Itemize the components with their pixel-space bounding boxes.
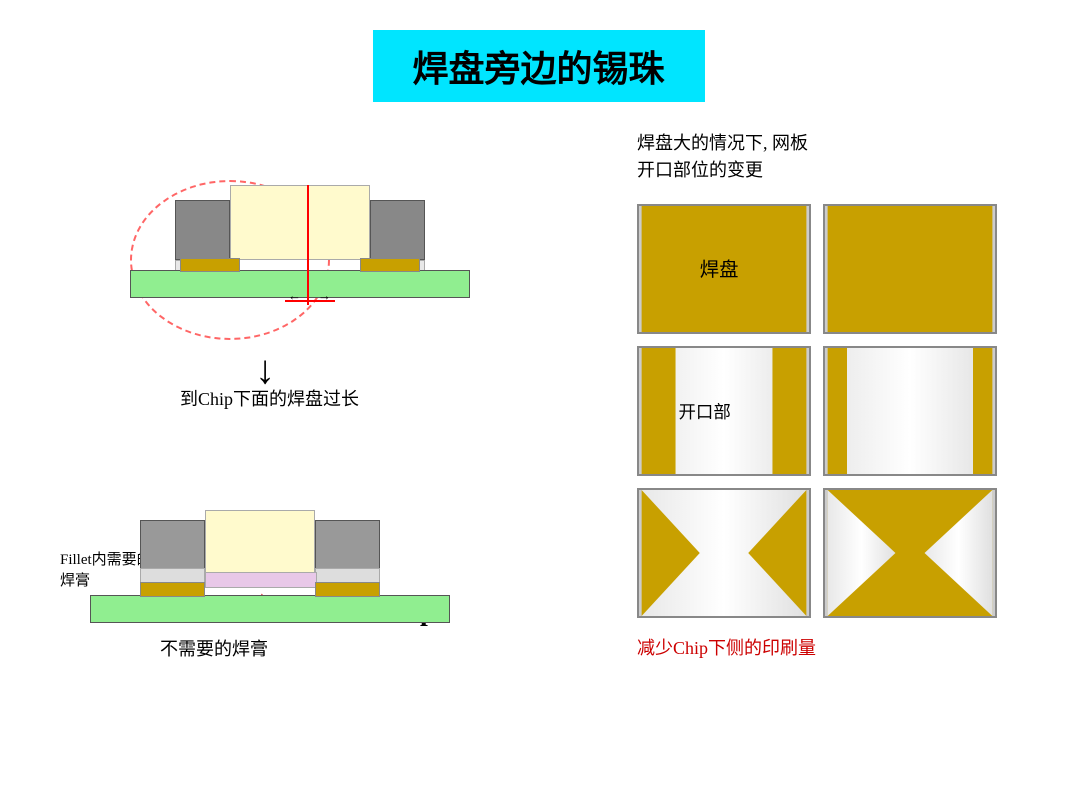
pad-cell-row3-col2	[823, 488, 997, 618]
arrow-right-small: →	[318, 288, 331, 304]
top-diagram: ← →	[110, 140, 490, 340]
bottom-diagram-desc: 不需要的焊膏	[160, 635, 268, 661]
solder-blob	[205, 572, 317, 588]
red-line-vertical	[307, 185, 309, 305]
pcb-board-bottom	[90, 595, 450, 623]
bottom-note: 减少Chip下侧的印刷量	[637, 634, 1017, 660]
bottom-diagram: Fillet内需要的 焊膏 ▶ Chip ▲ 不需要的焊膏	[60, 440, 490, 660]
pad-cell-row3-col1	[637, 488, 811, 618]
top-diagram-desc: 到Chip下面的焊盘过长	[180, 385, 359, 411]
pad-cell-row1-col1: 焊盘	[637, 204, 811, 334]
arrow-left-small: ←	[288, 288, 301, 304]
pad-diagram-r2c2	[825, 348, 995, 474]
right-section: 焊盘大的情况下, 网板 开口部位的变更 焊盘	[637, 130, 1017, 660]
pad-label-text: 焊盘	[700, 259, 739, 281]
pad-left-top	[180, 258, 240, 272]
fillet-label: Fillet内需要的 焊膏	[60, 550, 152, 592]
pad-right-top	[360, 258, 420, 272]
opening-label-text: 开口部	[678, 402, 730, 422]
arrow-down: ↓	[255, 350, 275, 390]
pad-diagram-r3c1	[639, 490, 809, 616]
pad-diagram-r1c2	[825, 206, 995, 332]
pad-right-bottom	[315, 582, 380, 597]
pad-diagram-r3c2	[825, 490, 995, 616]
page-title: 焊盘旁边的锡珠	[372, 30, 704, 102]
left-section: ← → ↓ 到Chip下面的焊盘过长 Fillet内需要的 焊膏 ▶ Chip …	[60, 120, 540, 770]
pad-diagram-r2c1: 开口部	[639, 348, 809, 474]
pad-left-bottom	[140, 582, 205, 597]
chip-top-body	[230, 185, 370, 260]
pad-grid: 焊盘	[637, 204, 997, 618]
chip-top-left-terminal	[175, 200, 230, 260]
pad-cell-row2-col2	[823, 346, 997, 476]
pad-cell-row2-col1: 开口部	[637, 346, 811, 476]
pad-diagram-r1c1: 焊盘	[639, 206, 809, 332]
right-description: 焊盘大的情况下, 网板 开口部位的变更	[637, 130, 1017, 184]
chip-top-right-terminal	[370, 200, 425, 260]
pad-cell-row1-col2	[823, 204, 997, 334]
